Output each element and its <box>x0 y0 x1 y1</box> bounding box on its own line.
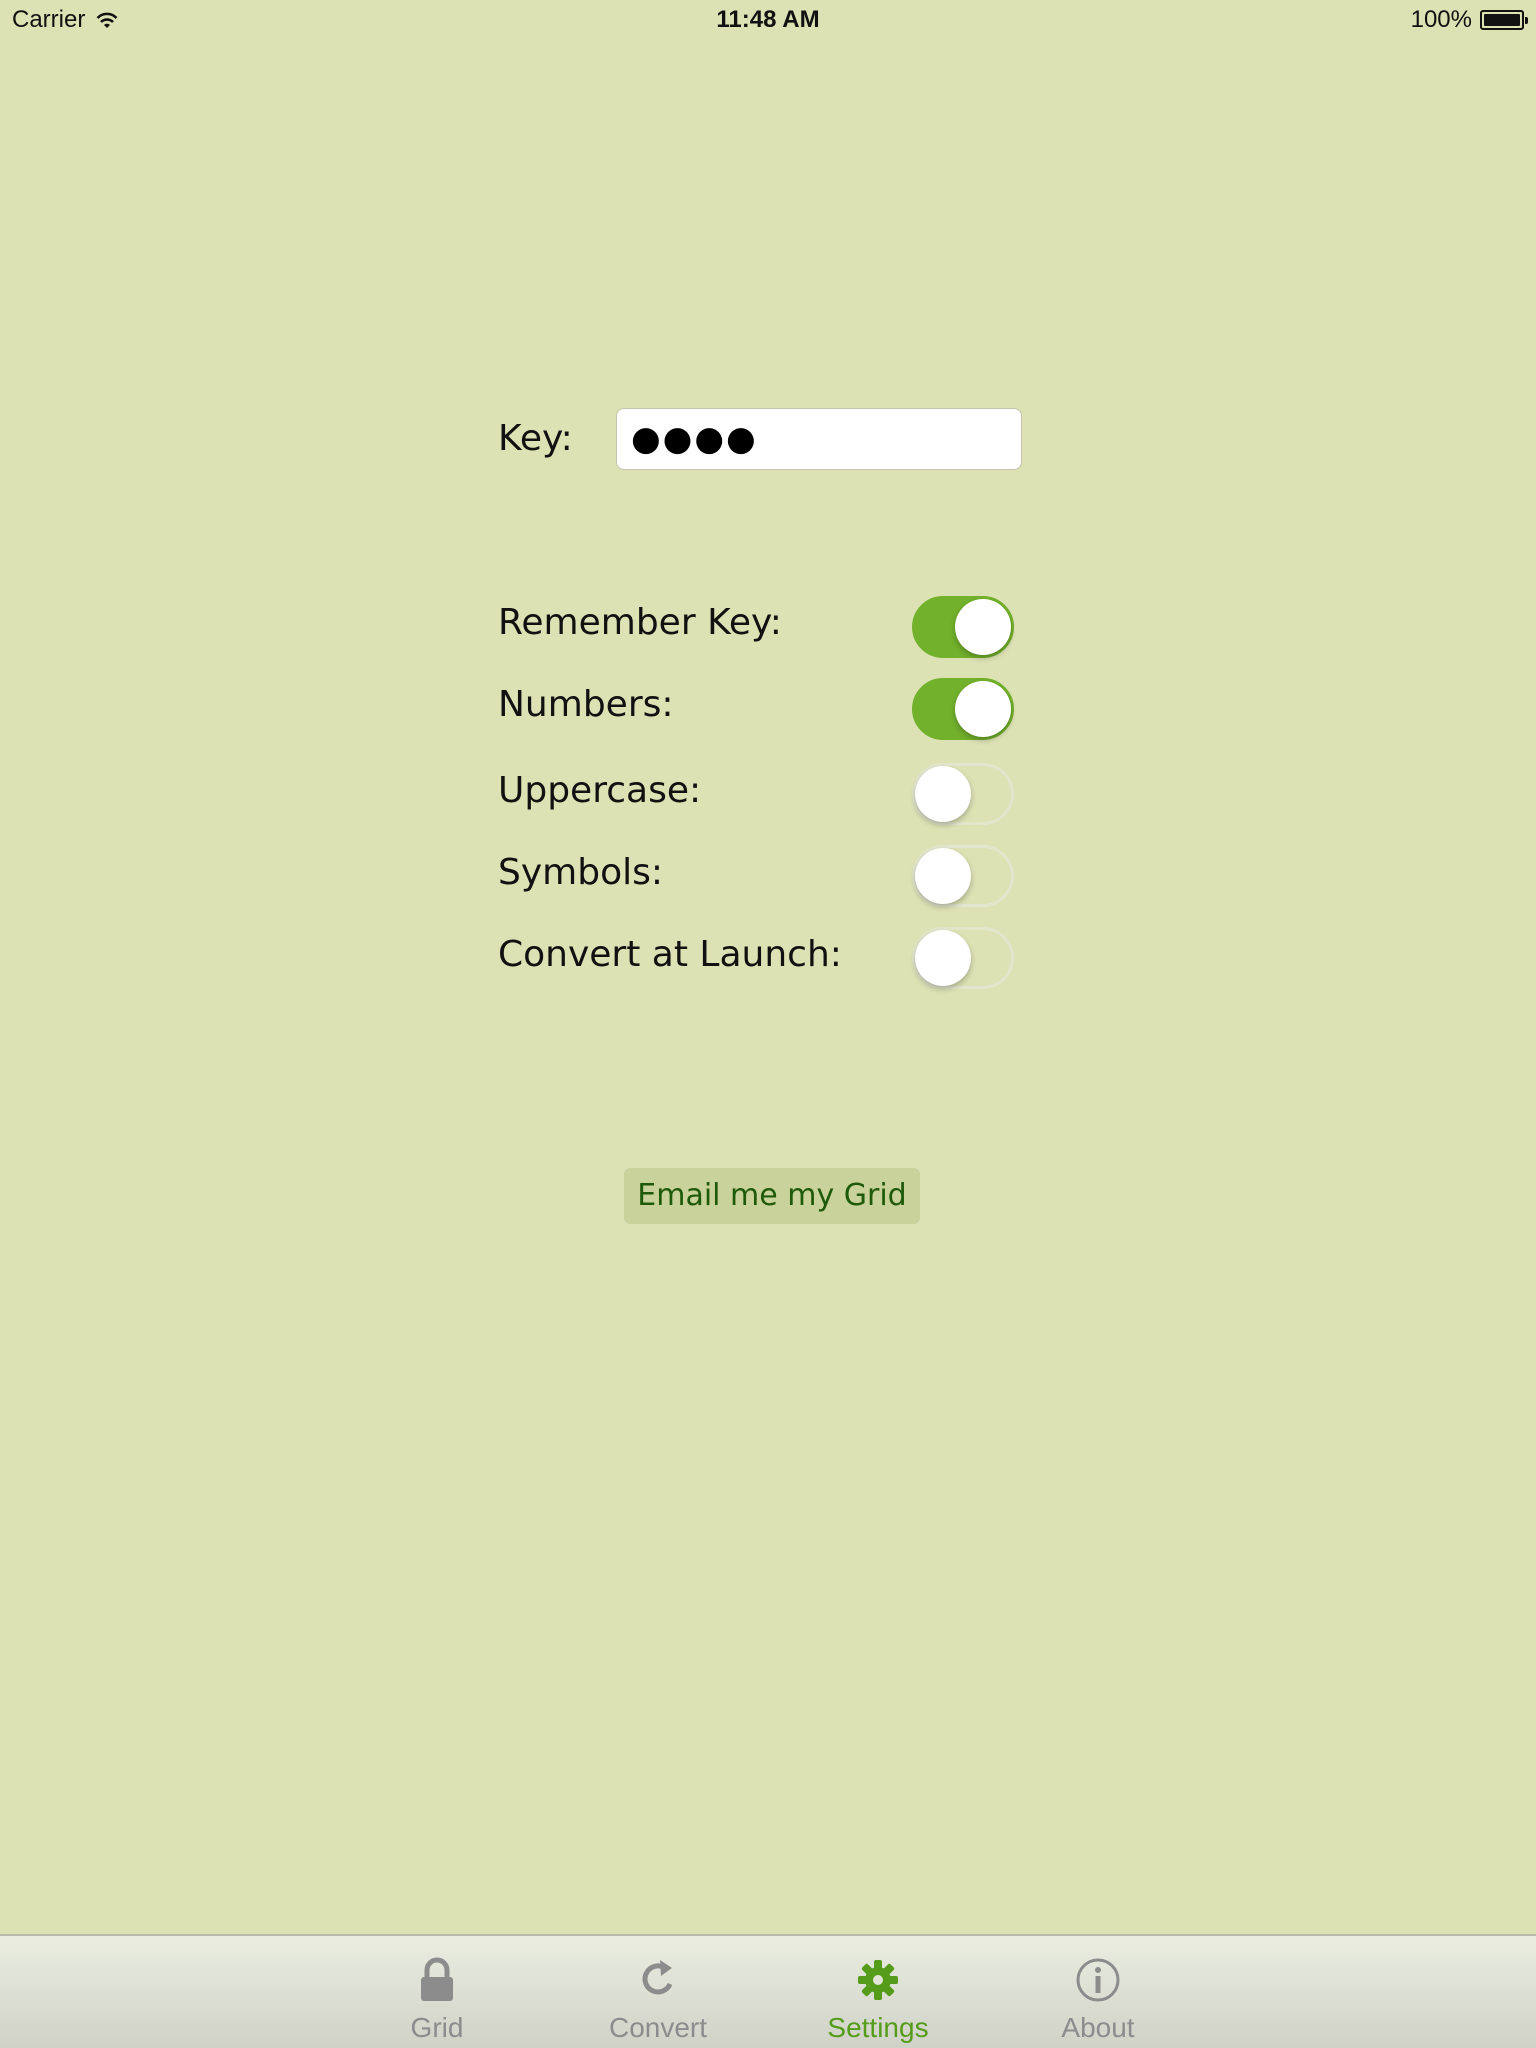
key-label: Key: <box>498 418 573 459</box>
remember-key-switch[interactable] <box>912 596 1014 658</box>
numbers-label: Numbers: <box>498 684 674 725</box>
battery-percent: 100% <box>1410 6 1472 33</box>
status-time: 11:48 AM <box>716 6 820 33</box>
switch-knob <box>915 848 971 904</box>
tab-bar: Grid Convert Settings About <box>0 1934 1536 2048</box>
tab-label: Grid <box>410 2012 464 2043</box>
key-password-field[interactable]: ●●●● <box>616 408 1022 470</box>
switch-knob <box>915 766 971 822</box>
lock-icon <box>421 1957 453 2001</box>
switch-knob <box>955 599 1011 655</box>
switch-knob <box>955 681 1011 737</box>
tab-label: About <box>1061 2012 1135 2043</box>
uppercase-switch[interactable] <box>912 763 1014 825</box>
convert-at-launch-label: Convert at Launch: <box>498 934 842 975</box>
uppercase-label: Uppercase: <box>498 770 702 811</box>
battery-indicator: 100% <box>1410 6 1528 34</box>
battery-icon <box>1480 10 1528 30</box>
tab-convert[interactable]: Convert <box>568 1936 748 2048</box>
tab-settings[interactable]: Settings <box>788 1936 968 2048</box>
symbols-switch[interactable] <box>912 845 1014 907</box>
tab-label: Convert <box>608 2012 708 2043</box>
status-bar: Carrier 11:48 AM 100% <box>0 0 1536 40</box>
convert-at-launch-switch[interactable] <box>912 927 1014 989</box>
tab-about[interactable]: About <box>1008 1936 1188 2048</box>
gear-icon <box>858 1960 898 2000</box>
tab-grid[interactable]: Grid <box>347 1936 527 2048</box>
symbols-label: Symbols: <box>498 852 663 893</box>
info-icon <box>1076 1958 1120 2002</box>
tab-label: Settings <box>827 2012 929 2043</box>
switch-knob <box>915 930 971 986</box>
numbers-switch[interactable] <box>912 678 1014 740</box>
email-grid-button[interactable]: Email me my Grid <box>624 1168 920 1224</box>
refresh-icon <box>642 1960 673 1995</box>
remember-key-label: Remember Key: <box>498 602 782 643</box>
